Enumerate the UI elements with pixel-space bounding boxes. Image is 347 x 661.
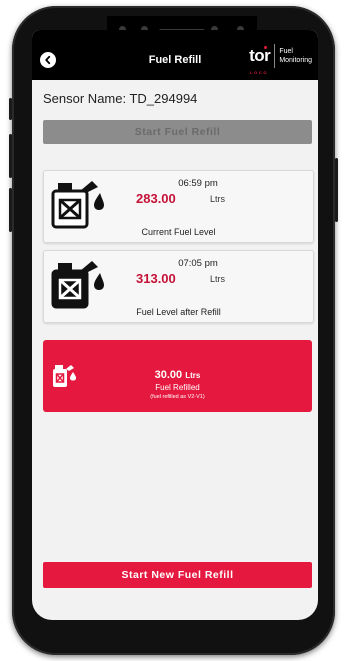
brand-logo: tor LOCO Fuel Monitoring bbox=[249, 44, 312, 75]
fuel-unit: Ltrs bbox=[210, 274, 226, 284]
app-screen: Fuel Refill tor LOCO Fuel Monitoring Sen… bbox=[32, 30, 318, 620]
after-refill-card: 07:05 pm 313.00 Ltrs Fuel Level after Re… bbox=[43, 250, 314, 323]
card-label: Fuel Level after Refill bbox=[136, 307, 221, 317]
volume-up-button bbox=[9, 134, 12, 178]
logo-mark: tor LOCO bbox=[249, 46, 271, 75]
brand-tagline: Fuel Monitoring bbox=[279, 47, 312, 65]
refilled-unit: Ltrs bbox=[185, 371, 201, 380]
app-bar: Fuel Refill tor LOCO Fuel Monitoring bbox=[32, 30, 318, 80]
tagline-line-1: Fuel bbox=[279, 48, 293, 55]
start-fuel-refill-button[interactable]: Start Fuel Refill bbox=[43, 120, 312, 144]
sensor-name: Sensor Name: TD_294994 bbox=[43, 91, 198, 106]
fuel-unit: Ltrs bbox=[210, 194, 226, 204]
reading-time: 06:59 pm bbox=[178, 178, 218, 189]
fuel-value: 283.00 bbox=[136, 191, 176, 206]
logo-text: tor bbox=[249, 46, 271, 65]
refilled-amount: 30.00 Ltrs bbox=[43, 369, 312, 381]
reading-time: 07:05 pm bbox=[178, 258, 218, 269]
card-label: Current Fuel Level bbox=[141, 227, 216, 237]
mute-switch bbox=[9, 98, 12, 120]
start-new-fuel-refill-button[interactable]: Start New Fuel Refill bbox=[43, 562, 312, 588]
logo-sub: LOCO bbox=[250, 70, 269, 75]
brand-divider bbox=[274, 44, 276, 68]
fuel-refilled-summary: 30.00 Ltrs Fuel Refilled (fuel refilled … bbox=[43, 340, 312, 412]
fuel-value: 313.00 bbox=[136, 271, 176, 286]
fuel-can-icon bbox=[51, 181, 104, 229]
tagline-line-2: Monitoring bbox=[279, 57, 312, 64]
fuel-can-icon bbox=[51, 261, 104, 309]
refilled-caption: Fuel Refilled bbox=[155, 383, 200, 392]
refilled-note: (fuel refilled as V2-V1) bbox=[150, 394, 205, 400]
current-fuel-card: 06:59 pm 283.00 Ltrs Current Fuel Level bbox=[43, 170, 314, 243]
power-button bbox=[335, 158, 338, 222]
volume-down-button bbox=[9, 188, 12, 232]
refilled-value: 30.00 bbox=[154, 369, 183, 381]
